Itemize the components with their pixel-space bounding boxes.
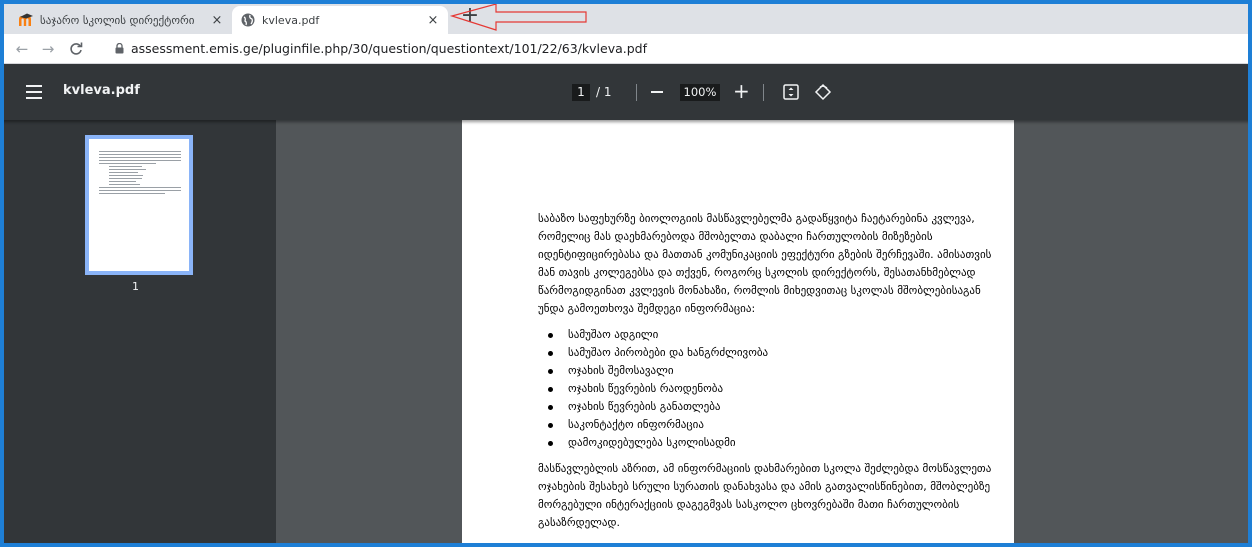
tab-strip: საჯარო სკოლის დირექტორი × kvleva.pdf × + (0, 0, 1252, 34)
fit-to-page-icon[interactable] (783, 84, 799, 100)
list-item: სამუშაო ადგილი (538, 326, 1008, 344)
zoom-in-icon[interactable]: + (733, 80, 750, 102)
thumbnail-sidebar: 1 (0, 120, 276, 547)
document-text: საბაზო საფეხურზე ბიოლოგიის მასწავლებელმა… (538, 210, 1008, 540)
close-icon[interactable]: × (208, 13, 226, 28)
tab-title: kvleva.pdf (262, 13, 320, 27)
list-item: სამუშაო პირობები და ხანგრძლივობა (538, 344, 1008, 362)
tab-kvleva-pdf[interactable]: kvleva.pdf × (232, 6, 448, 34)
thumbnail-page-number: 1 (132, 280, 139, 293)
pdf-toolbar: kvleva.pdf 1 / 1 100% + (0, 64, 1252, 120)
close-icon[interactable]: × (424, 13, 442, 28)
address-bar-url[interactable]: assessment.emis.ge/pluginfile.php/30/que… (131, 41, 647, 56)
intro-paragraph: საბაზო საფეხურზე ბიოლოგიის მასწავლებელმა… (538, 212, 992, 315)
page-thumbnail[interactable] (85, 135, 193, 275)
pdf-viewer-area[interactable]: საბაზო საფეხურზე ბიოლოგიის მასწავლებელმა… (276, 120, 1252, 547)
toolbar-divider (763, 84, 764, 101)
list-item: ოჯახის წევრების განათლება (538, 398, 1008, 416)
info-list: სამუშაო ადგილი სამუშაო პირობები და ხანგრ… (538, 326, 1008, 452)
lock-icon[interactable] (115, 43, 124, 54)
list-item: დამოკიდებულება სკოლისადმი (538, 434, 1008, 452)
reload-icon[interactable] (66, 39, 86, 59)
annotation-arrow-icon (450, 3, 587, 31)
rotate-icon[interactable] (814, 83, 832, 101)
globe-icon (240, 12, 256, 28)
tab-school-director[interactable]: საჯარო სკოლის დირექტორი × (10, 6, 232, 34)
thumbnail-preview (99, 151, 181, 196)
back-arrow-icon[interactable]: ← (12, 39, 32, 59)
page-number-input[interactable]: 1 (572, 84, 590, 101)
list-item: ოჯახის შემოსავალი (538, 362, 1008, 380)
pdf-title: kvleva.pdf (63, 83, 140, 98)
tab-title: საჯარო სკოლის დირექტორი (40, 13, 195, 27)
browser-toolbar: ← → assessment.emis.ge/pluginfile.php/30… (0, 34, 1252, 64)
zoom-out-icon[interactable] (651, 91, 663, 93)
menu-icon[interactable] (26, 85, 42, 99)
moodle-logo-icon (18, 12, 34, 28)
list-item: ოჯახის წევრების რაოდენობა (538, 380, 1008, 398)
list-item: საკონტაქტო ინფორმაცია (538, 416, 1008, 434)
toolbar-divider (636, 84, 637, 101)
page-total: / 1 (596, 85, 612, 99)
conclusion-paragraph: მასწავლებლის აზრით, ამ ინფორმაციის დახმა… (538, 462, 992, 529)
pdf-page: საბაზო საფეხურზე ბიოლოგიის მასწავლებელმა… (462, 120, 1014, 547)
forward-arrow-icon[interactable]: → (38, 39, 58, 59)
zoom-input[interactable]: 100% (680, 84, 720, 101)
